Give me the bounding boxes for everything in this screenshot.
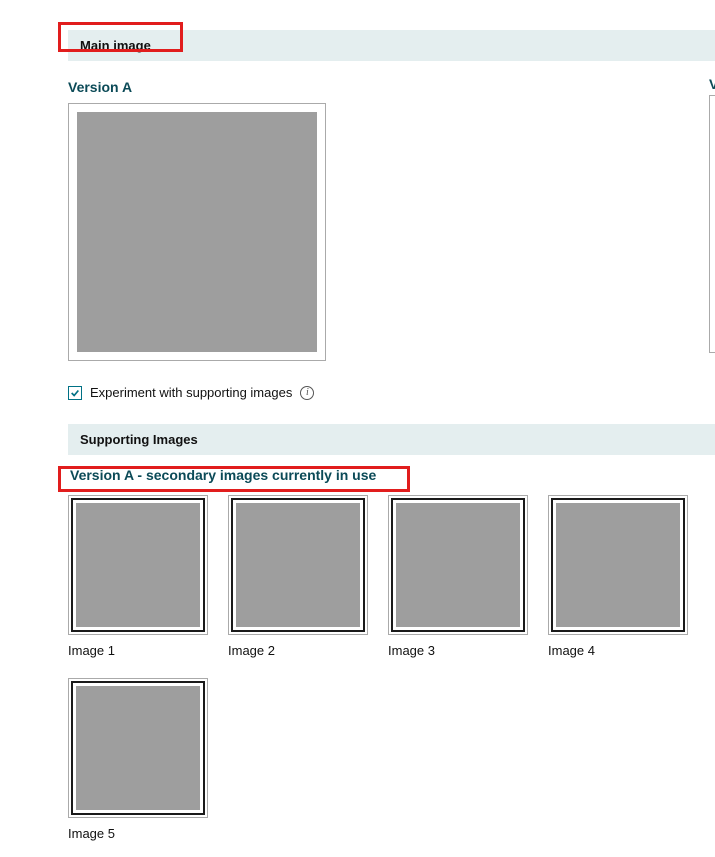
info-icon[interactable]: i <box>300 386 314 400</box>
thumb-placeholder <box>76 686 200 810</box>
version-b-frame-clip <box>709 95 715 353</box>
main-image-frame[interactable] <box>68 103 326 361</box>
supporting-images-header: Supporting Images <box>68 424 715 455</box>
image-item: Image 2 <box>228 495 368 658</box>
thumb-placeholder <box>396 503 520 627</box>
thumb-label: Image 4 <box>548 643 688 658</box>
thumb-placeholder <box>76 503 200 627</box>
supporting-images-header-text: Supporting Images <box>80 432 198 447</box>
main-image-header-text: Main image <box>80 38 151 53</box>
thumb-label: Image 1 <box>68 643 208 658</box>
version-a-label: Version A <box>68 79 715 95</box>
thumb-frame[interactable] <box>388 495 528 635</box>
main-image-placeholder <box>77 112 317 352</box>
thumb-label: Image 2 <box>228 643 368 658</box>
experiment-checkbox-label: Experiment with supporting images <box>90 385 292 400</box>
thumb-placeholder <box>556 503 680 627</box>
image-item: Image 3 <box>388 495 528 658</box>
check-icon <box>70 388 80 398</box>
thumb-frame[interactable] <box>68 678 208 818</box>
image-item: Image 4 <box>548 495 688 658</box>
experiment-checkbox-row: Experiment with supporting images i <box>68 385 715 400</box>
thumb-frame[interactable] <box>228 495 368 635</box>
image-item: Image 5 <box>68 678 208 841</box>
image-item: Image 1 <box>68 495 208 658</box>
thumb-frame[interactable] <box>548 495 688 635</box>
thumb-label: Image 3 <box>388 643 528 658</box>
thumb-frame[interactable] <box>68 495 208 635</box>
experiment-checkbox[interactable] <box>68 386 82 400</box>
secondary-image-grid: Image 1 Image 2 Image 3 Image 4 <box>68 495 708 841</box>
main-image-section-header: Main image <box>68 30 715 61</box>
thumb-placeholder <box>236 503 360 627</box>
thumb-label: Image 5 <box>68 826 208 841</box>
version-a-secondary-title: Version A - secondary images currently i… <box>68 467 715 483</box>
version-b-label-clip: V <box>709 76 715 92</box>
